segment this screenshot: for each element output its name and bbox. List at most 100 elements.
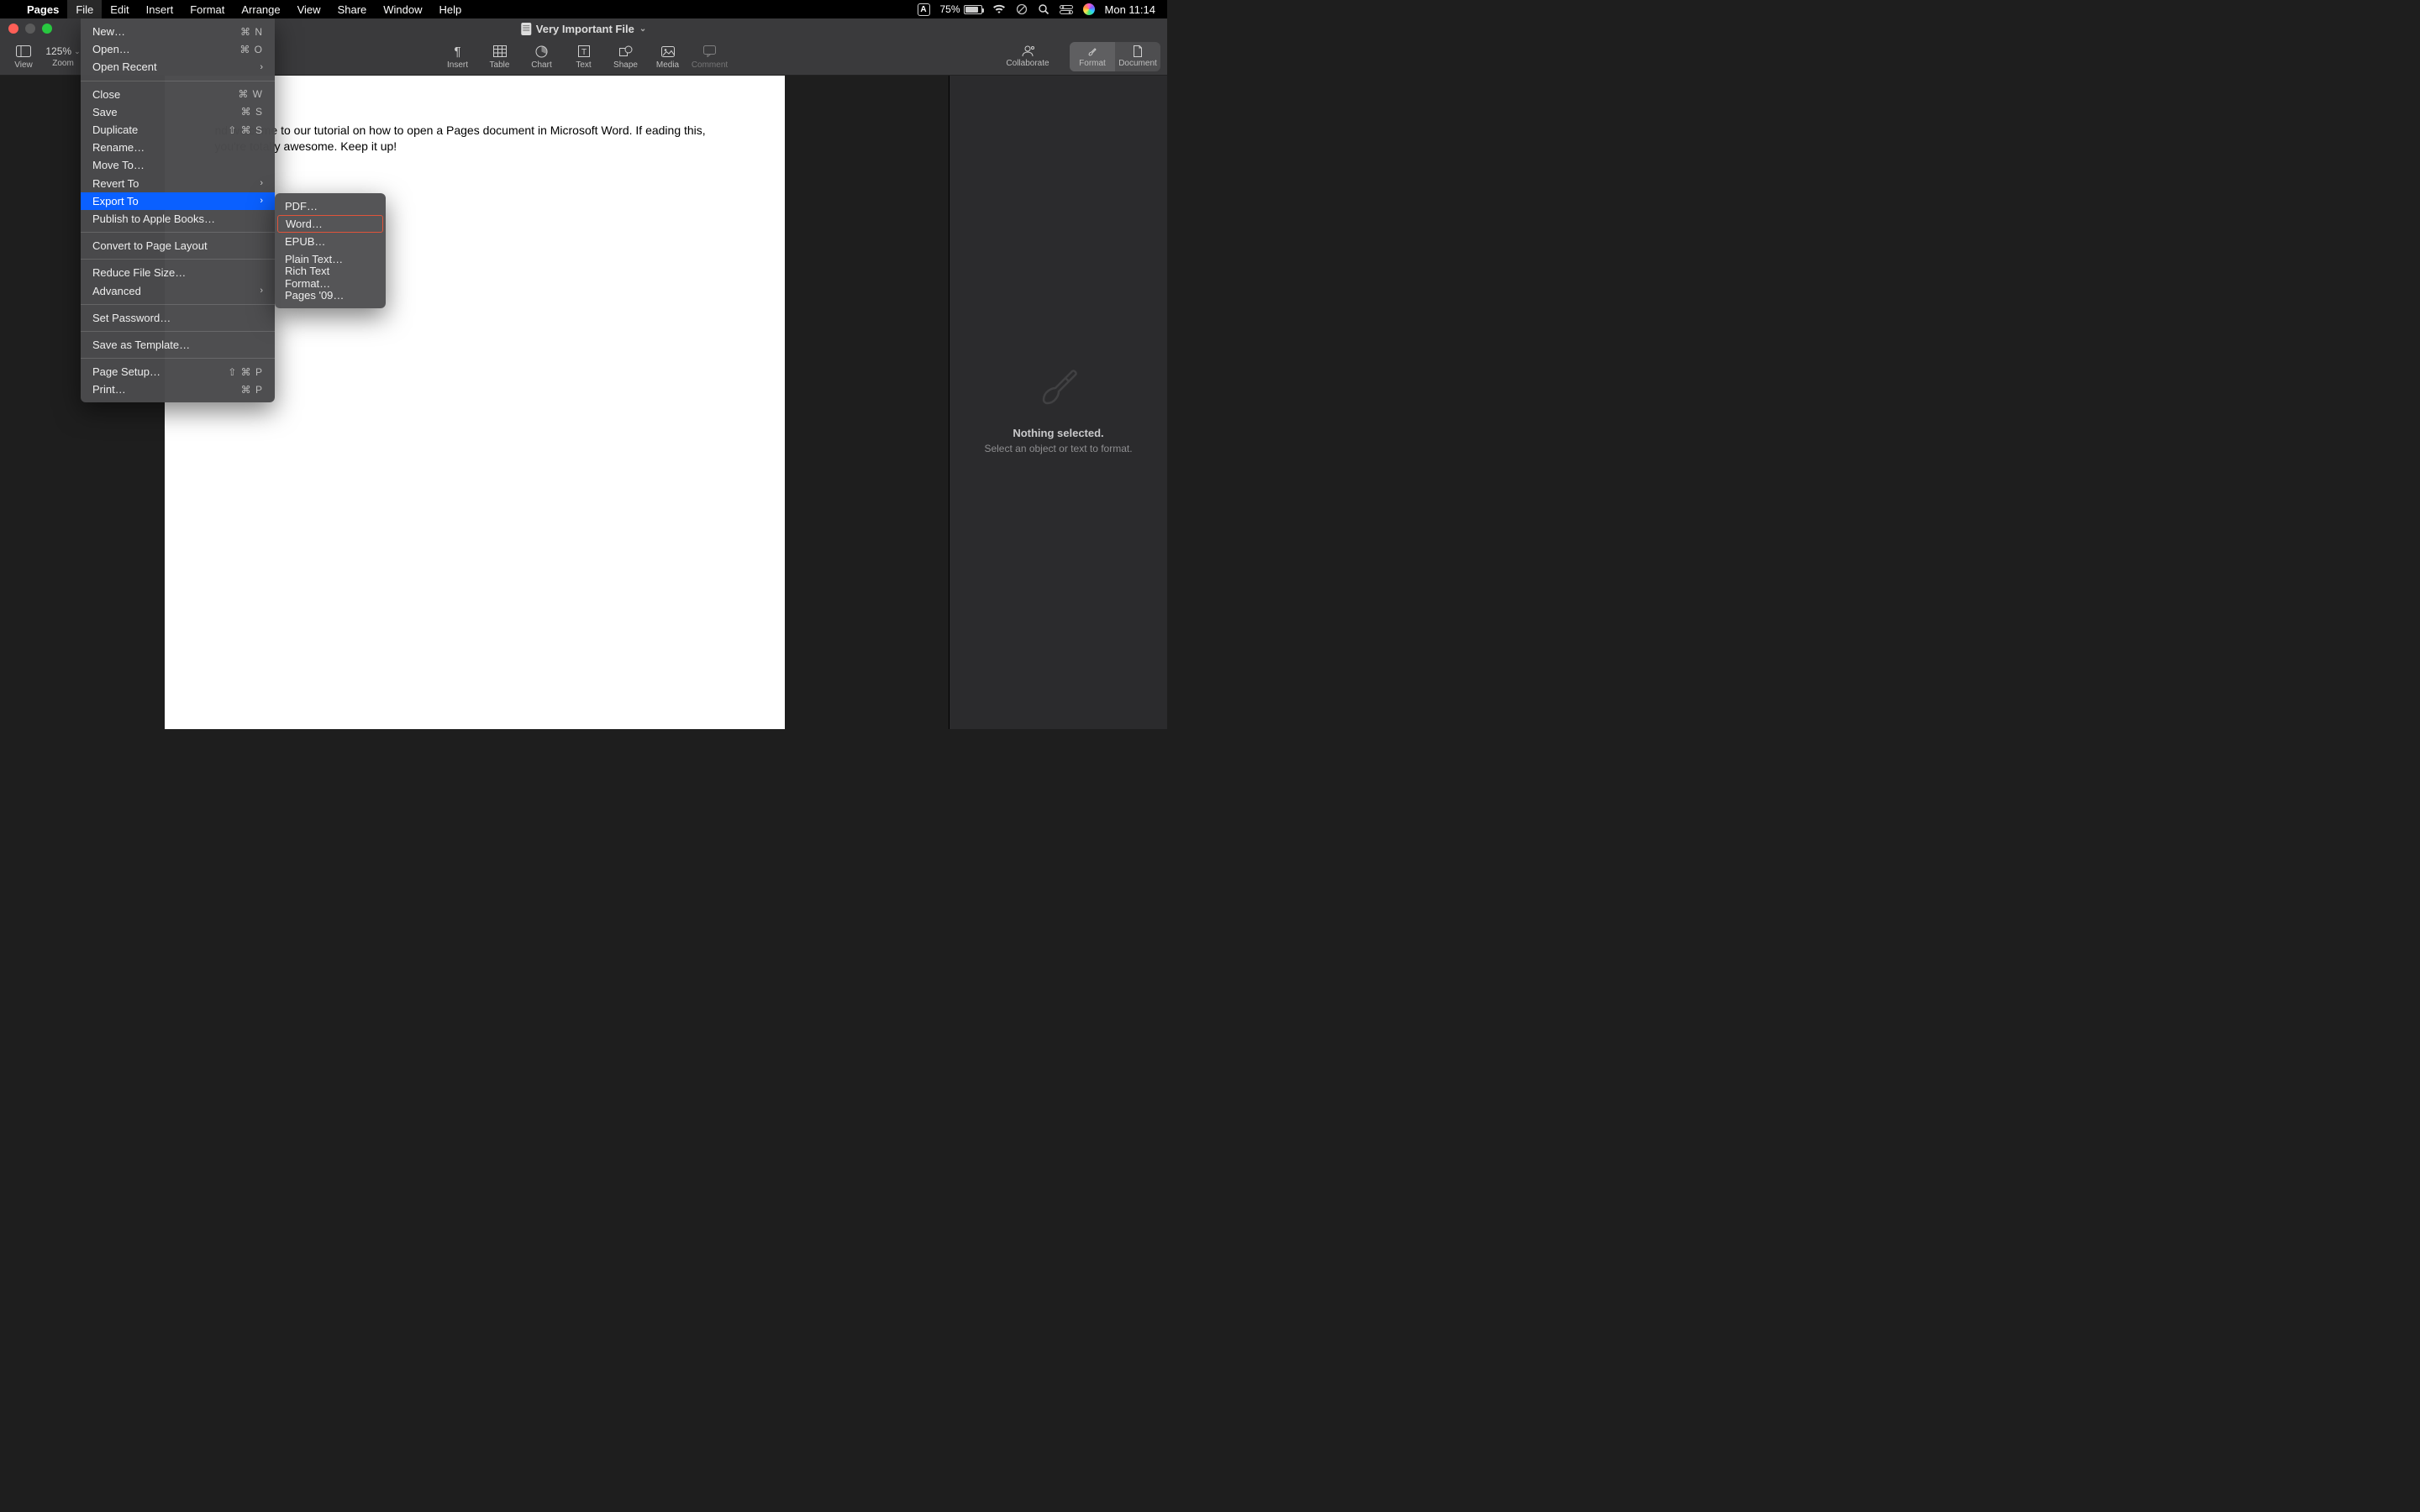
table-button[interactable]: Table	[479, 44, 521, 70]
format-tab[interactable]: Format	[1070, 42, 1115, 71]
menuitem-page-setup[interactable]: Page Setup…⇧ ⌘ P	[81, 363, 275, 381]
view-button[interactable]: View	[5, 44, 42, 70]
battery-percent-label: 75%	[940, 3, 960, 15]
shortcut-label: ⌘ P	[241, 384, 263, 396]
media-label: Media	[656, 60, 679, 70]
menuitem-rename[interactable]: Rename…	[81, 139, 275, 156]
menuitem-export-pdf[interactable]: PDF…	[275, 197, 386, 215]
document-title-text: Very Important File	[536, 23, 634, 35]
apple-menu[interactable]	[7, 0, 18, 18]
chevron-down-icon: ⌄	[639, 24, 646, 34]
zoom-dropdown[interactable]: 125%⌄ Zoom	[42, 44, 84, 70]
document-title[interactable]: Very Important File ⌄	[521, 23, 646, 35]
shortcut-label: ⌘ O	[239, 44, 263, 55]
shape-label: Shape	[613, 60, 638, 70]
siri-icon[interactable]	[1083, 3, 1095, 15]
menu-format[interactable]: Format	[182, 0, 233, 18]
chevron-down-icon: ⌄	[74, 47, 81, 56]
menuitem-close[interactable]: Close⌘ W	[81, 86, 275, 103]
collaborate-button[interactable]: Collaborate	[994, 45, 1061, 68]
inspector-panel: Nothing selected. Select an object or te…	[949, 76, 1167, 729]
menubar-clock[interactable]: Mon 11:14	[1105, 3, 1155, 16]
zoom-value: 125%	[45, 45, 71, 57]
shape-icon	[619, 44, 633, 59]
menuitem-save[interactable]: Save⌘ S	[81, 103, 275, 121]
collaborate-icon	[1020, 45, 1035, 57]
menuitem-publish-apple-books[interactable]: Publish to Apple Books…	[81, 210, 275, 228]
battery-icon	[964, 5, 982, 14]
menu-separator	[81, 232, 275, 233]
menu-insert[interactable]: Insert	[138, 0, 182, 18]
document-icon	[521, 23, 531, 35]
system-menubar: Pages File Edit Insert Format Arrange Vi…	[0, 0, 1167, 18]
input-source-icon[interactable]: A	[918, 3, 930, 16]
menuitem-set-password[interactable]: Set Password…	[81, 309, 275, 327]
menu-separator	[81, 358, 275, 359]
menuitem-export-to[interactable]: Export To›	[81, 192, 275, 210]
menu-view[interactable]: View	[289, 0, 329, 18]
document-body-text[interactable]: nd welcome to our tutorial on how to ope…	[215, 123, 734, 155]
zoom-label: Zoom	[52, 59, 74, 68]
menu-separator	[81, 331, 275, 332]
chart-label: Chart	[531, 60, 551, 70]
chart-icon	[535, 44, 548, 59]
window-zoom-button[interactable]	[42, 24, 52, 34]
battery-status[interactable]: 75%	[940, 3, 982, 15]
nothing-selected-subtitle: Select an object or text to format.	[984, 443, 1132, 454]
shortcut-label: ⌘ S	[241, 106, 263, 118]
shortcut-label: ⇧ ⌘ P	[228, 366, 263, 378]
menuitem-save-as-template[interactable]: Save as Template…	[81, 336, 275, 354]
insert-button[interactable]: ¶ Insert	[437, 44, 479, 70]
table-label: Table	[490, 60, 510, 70]
export-to-submenu: PDF… Word… EPUB… Plain Text… Rich Text F…	[275, 193, 386, 308]
menuitem-export-rtf[interactable]: Rich Text Format…	[275, 269, 386, 286]
menuitem-move-to[interactable]: Move To…	[81, 156, 275, 174]
brush-icon	[1086, 45, 1098, 57]
comment-icon	[703, 44, 716, 59]
menuitem-export-epub[interactable]: EPUB…	[275, 233, 386, 250]
menu-separator	[81, 304, 275, 305]
wifi-icon[interactable]	[992, 4, 1006, 14]
menu-help[interactable]: Help	[431, 0, 471, 18]
control-center-icon[interactable]	[1060, 5, 1073, 14]
file-menu-dropdown: New…⌘ N Open…⌘ O Open Recent› Close⌘ W S…	[81, 18, 275, 402]
menuitem-open-recent[interactable]: Open Recent›	[81, 58, 275, 76]
window-minimize-button[interactable]	[25, 24, 35, 34]
text-button[interactable]: T Text	[563, 44, 605, 70]
menuitem-reduce-file-size[interactable]: Reduce File Size…	[81, 264, 275, 281]
window-close-button[interactable]	[8, 24, 18, 34]
shape-button[interactable]: Shape	[605, 44, 647, 70]
menu-share[interactable]: Share	[329, 0, 376, 18]
menu-file[interactable]: File	[67, 0, 102, 18]
document-icon	[1133, 45, 1143, 57]
menuitem-print[interactable]: Print…⌘ P	[81, 381, 275, 398]
menuitem-convert-page-layout[interactable]: Convert to Page Layout	[81, 237, 275, 255]
paragraph-icon: ¶	[454, 44, 460, 59]
spotlight-icon[interactable]	[1038, 3, 1050, 15]
svg-text:T: T	[581, 48, 586, 57]
chevron-right-icon: ›	[260, 196, 263, 206]
chevron-right-icon: ›	[260, 286, 263, 296]
menu-edit[interactable]: Edit	[102, 0, 137, 18]
menuitem-advanced[interactable]: Advanced›	[81, 281, 275, 299]
app-menu-pages[interactable]: Pages	[18, 0, 67, 18]
comment-button[interactable]: Comment	[689, 44, 731, 70]
do-not-disturb-icon[interactable]	[1016, 3, 1028, 15]
media-button[interactable]: Media	[647, 44, 689, 70]
chevron-right-icon: ›	[260, 178, 263, 188]
menu-arrange[interactable]: Arrange	[233, 0, 288, 18]
format-label: Format	[1079, 59, 1106, 68]
shortcut-label: ⌘ N	[240, 26, 263, 38]
menuitem-revert-to[interactable]: Revert To›	[81, 175, 275, 192]
menuitem-export-word[interactable]: Word…	[277, 215, 383, 233]
view-label: View	[14, 60, 33, 70]
chart-button[interactable]: Chart	[521, 44, 563, 70]
sidebar-icon	[16, 44, 31, 59]
menu-separator	[81, 259, 275, 260]
menuitem-open[interactable]: Open…⌘ O	[81, 40, 275, 58]
menuitem-new[interactable]: New…⌘ N	[81, 23, 275, 40]
menu-window[interactable]: Window	[375, 0, 430, 18]
document-tab[interactable]: Document	[1115, 42, 1160, 71]
comment-label: Comment	[692, 60, 728, 70]
menuitem-duplicate[interactable]: Duplicate⇧ ⌘ S	[81, 121, 275, 139]
